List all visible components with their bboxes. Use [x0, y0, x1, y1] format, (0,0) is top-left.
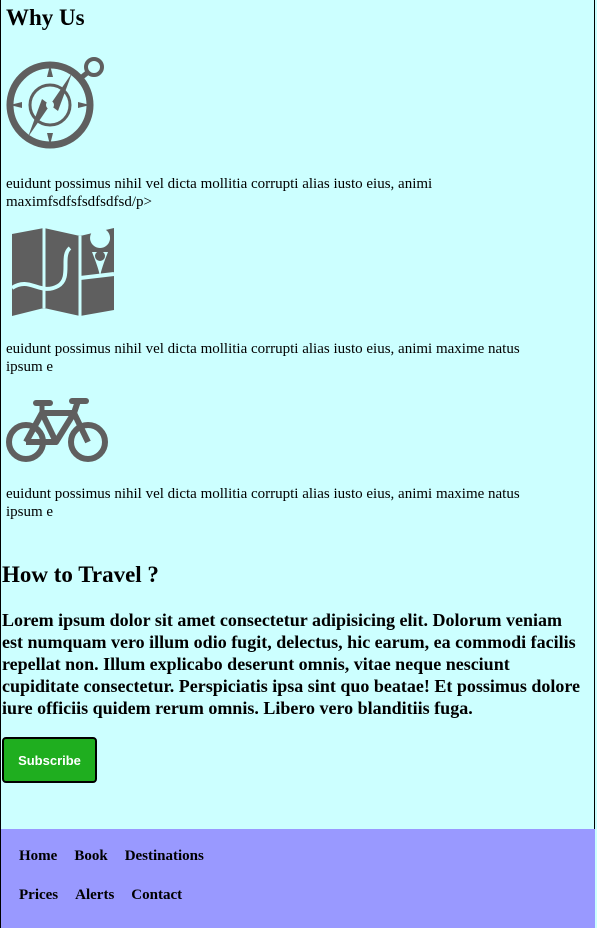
why-us-title: Why Us	[6, 5, 85, 30]
bicycle-icon	[6, 395, 110, 468]
feature-text: euidunt possimus nihil vel dicta molliti…	[6, 341, 520, 375]
footer-nav: Home Book Destinations Prices Alerts Con…	[1, 829, 595, 928]
footer-nav-row: Home Book Destinations	[19, 847, 221, 865]
how-to-travel-section: How to Travel ? Lorem ipsum dolor sit am…	[2, 562, 592, 719]
how-to-travel-text: Lorem ipsum dolor sit amet consectetur a…	[2, 610, 581, 718]
footer-nav-row: Prices Alerts Contact	[19, 886, 199, 904]
compass-icon	[6, 55, 106, 160]
how-to-travel-title: How to Travel ?	[2, 562, 159, 587]
nav-home-link[interactable]: Home	[19, 847, 57, 865]
nav-destinations-link[interactable]: Destinations	[125, 847, 204, 865]
feature-text: euidunt possimus nihil vel dicta molliti…	[6, 486, 520, 520]
map-icon	[10, 226, 116, 323]
nav-prices-link[interactable]: Prices	[19, 886, 58, 904]
feature-text: euidunt possimus nihil vel dicta molliti…	[6, 176, 433, 210]
subscribe-button[interactable]: Subscribe	[2, 737, 97, 783]
nav-book-link[interactable]: Book	[74, 847, 107, 865]
nav-alerts-link[interactable]: Alerts	[75, 886, 114, 904]
nav-contact-link[interactable]: Contact	[131, 886, 182, 904]
